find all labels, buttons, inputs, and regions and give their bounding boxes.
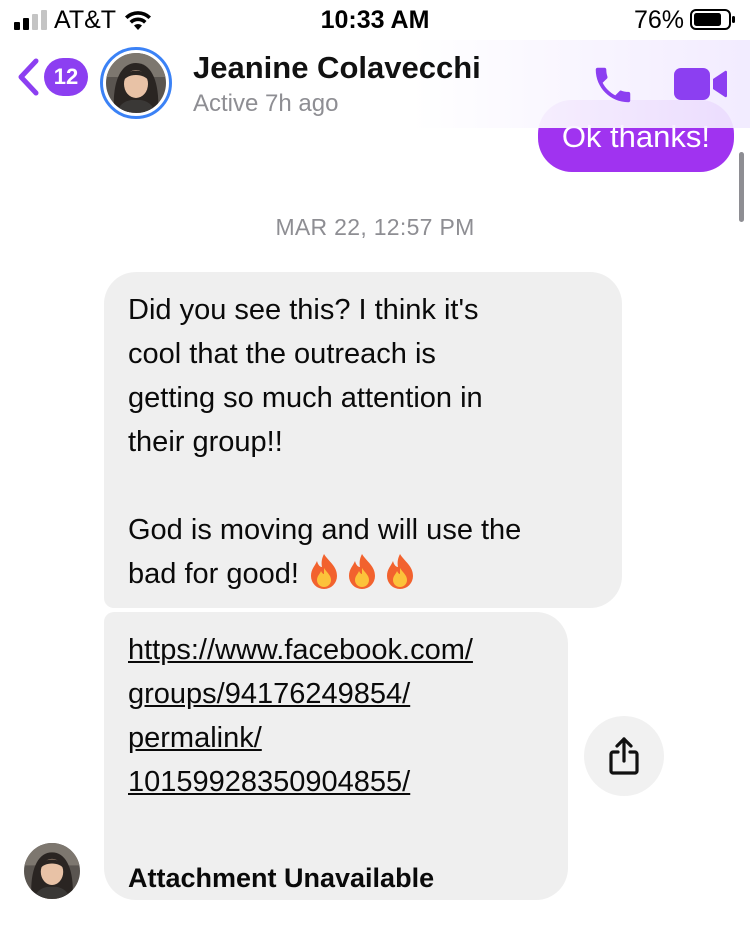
attachment-unavailable-label: Attachment Unavailable [128, 863, 435, 893]
incoming-link-message-bubble[interactable]: https://www.facebook.com/ groups/9417624… [104, 612, 568, 900]
share-button[interactable] [584, 716, 664, 796]
sender-avatar[interactable] [24, 843, 80, 899]
incoming-message-bubble[interactable]: Did you see this? I think it's cool that… [104, 272, 622, 608]
chevron-left-icon [18, 58, 39, 96]
video-call-button[interactable] [672, 64, 728, 109]
shared-link-line[interactable]: https://www.facebook.com/ [128, 628, 544, 672]
message-text-line: God is moving and will use the [128, 514, 522, 546]
message-text-line: bad for good! [128, 558, 299, 590]
message-text-line: getting so much attention in [128, 382, 483, 414]
contact-active-status: Active 7h ago [193, 90, 339, 117]
shared-link-line[interactable]: 10159928350904855/ [128, 760, 544, 804]
contact-name[interactable]: Jeanine Colavecchi [193, 50, 481, 86]
shared-link-line[interactable]: groups/94176249854/ [128, 672, 544, 716]
shared-link-line[interactable]: permalink/ [128, 716, 544, 760]
share-icon [609, 737, 639, 775]
message-text-line-with-emoji: bad for good! [128, 552, 598, 596]
video-camera-icon [674, 68, 727, 100]
message-timestamp: MAR 22, 12:57 PM [275, 214, 475, 240]
unread-count-badge: 12 [44, 58, 88, 96]
contact-avatar[interactable] [100, 47, 172, 119]
message-text-line: Did you see this? I think it's [128, 294, 479, 326]
messenger-conversation-screen: AT&T 10:33 AM 76% 12 Jeanine Colavecchi … [0, 0, 750, 929]
scroll-indicator[interactable] [739, 152, 744, 222]
fire-icon [386, 554, 413, 589]
message-text-line: cool that the outreach is [128, 338, 436, 370]
status-bar: AT&T 10:33 AM 76% [0, 0, 750, 40]
fire-emoji-group [307, 552, 421, 596]
back-button[interactable]: 12 [16, 58, 88, 96]
fire-icon [348, 554, 375, 589]
message-text-line: their group!! [128, 426, 283, 458]
voice-call-button[interactable] [590, 62, 636, 113]
battery-icon [690, 9, 736, 30]
fire-icon [310, 554, 337, 589]
battery-percentage: 76% [633, 6, 684, 34]
conversation-header: 12 Jeanine Colavecchi Active 7h ago [0, 40, 750, 128]
phone-icon [595, 67, 631, 103]
